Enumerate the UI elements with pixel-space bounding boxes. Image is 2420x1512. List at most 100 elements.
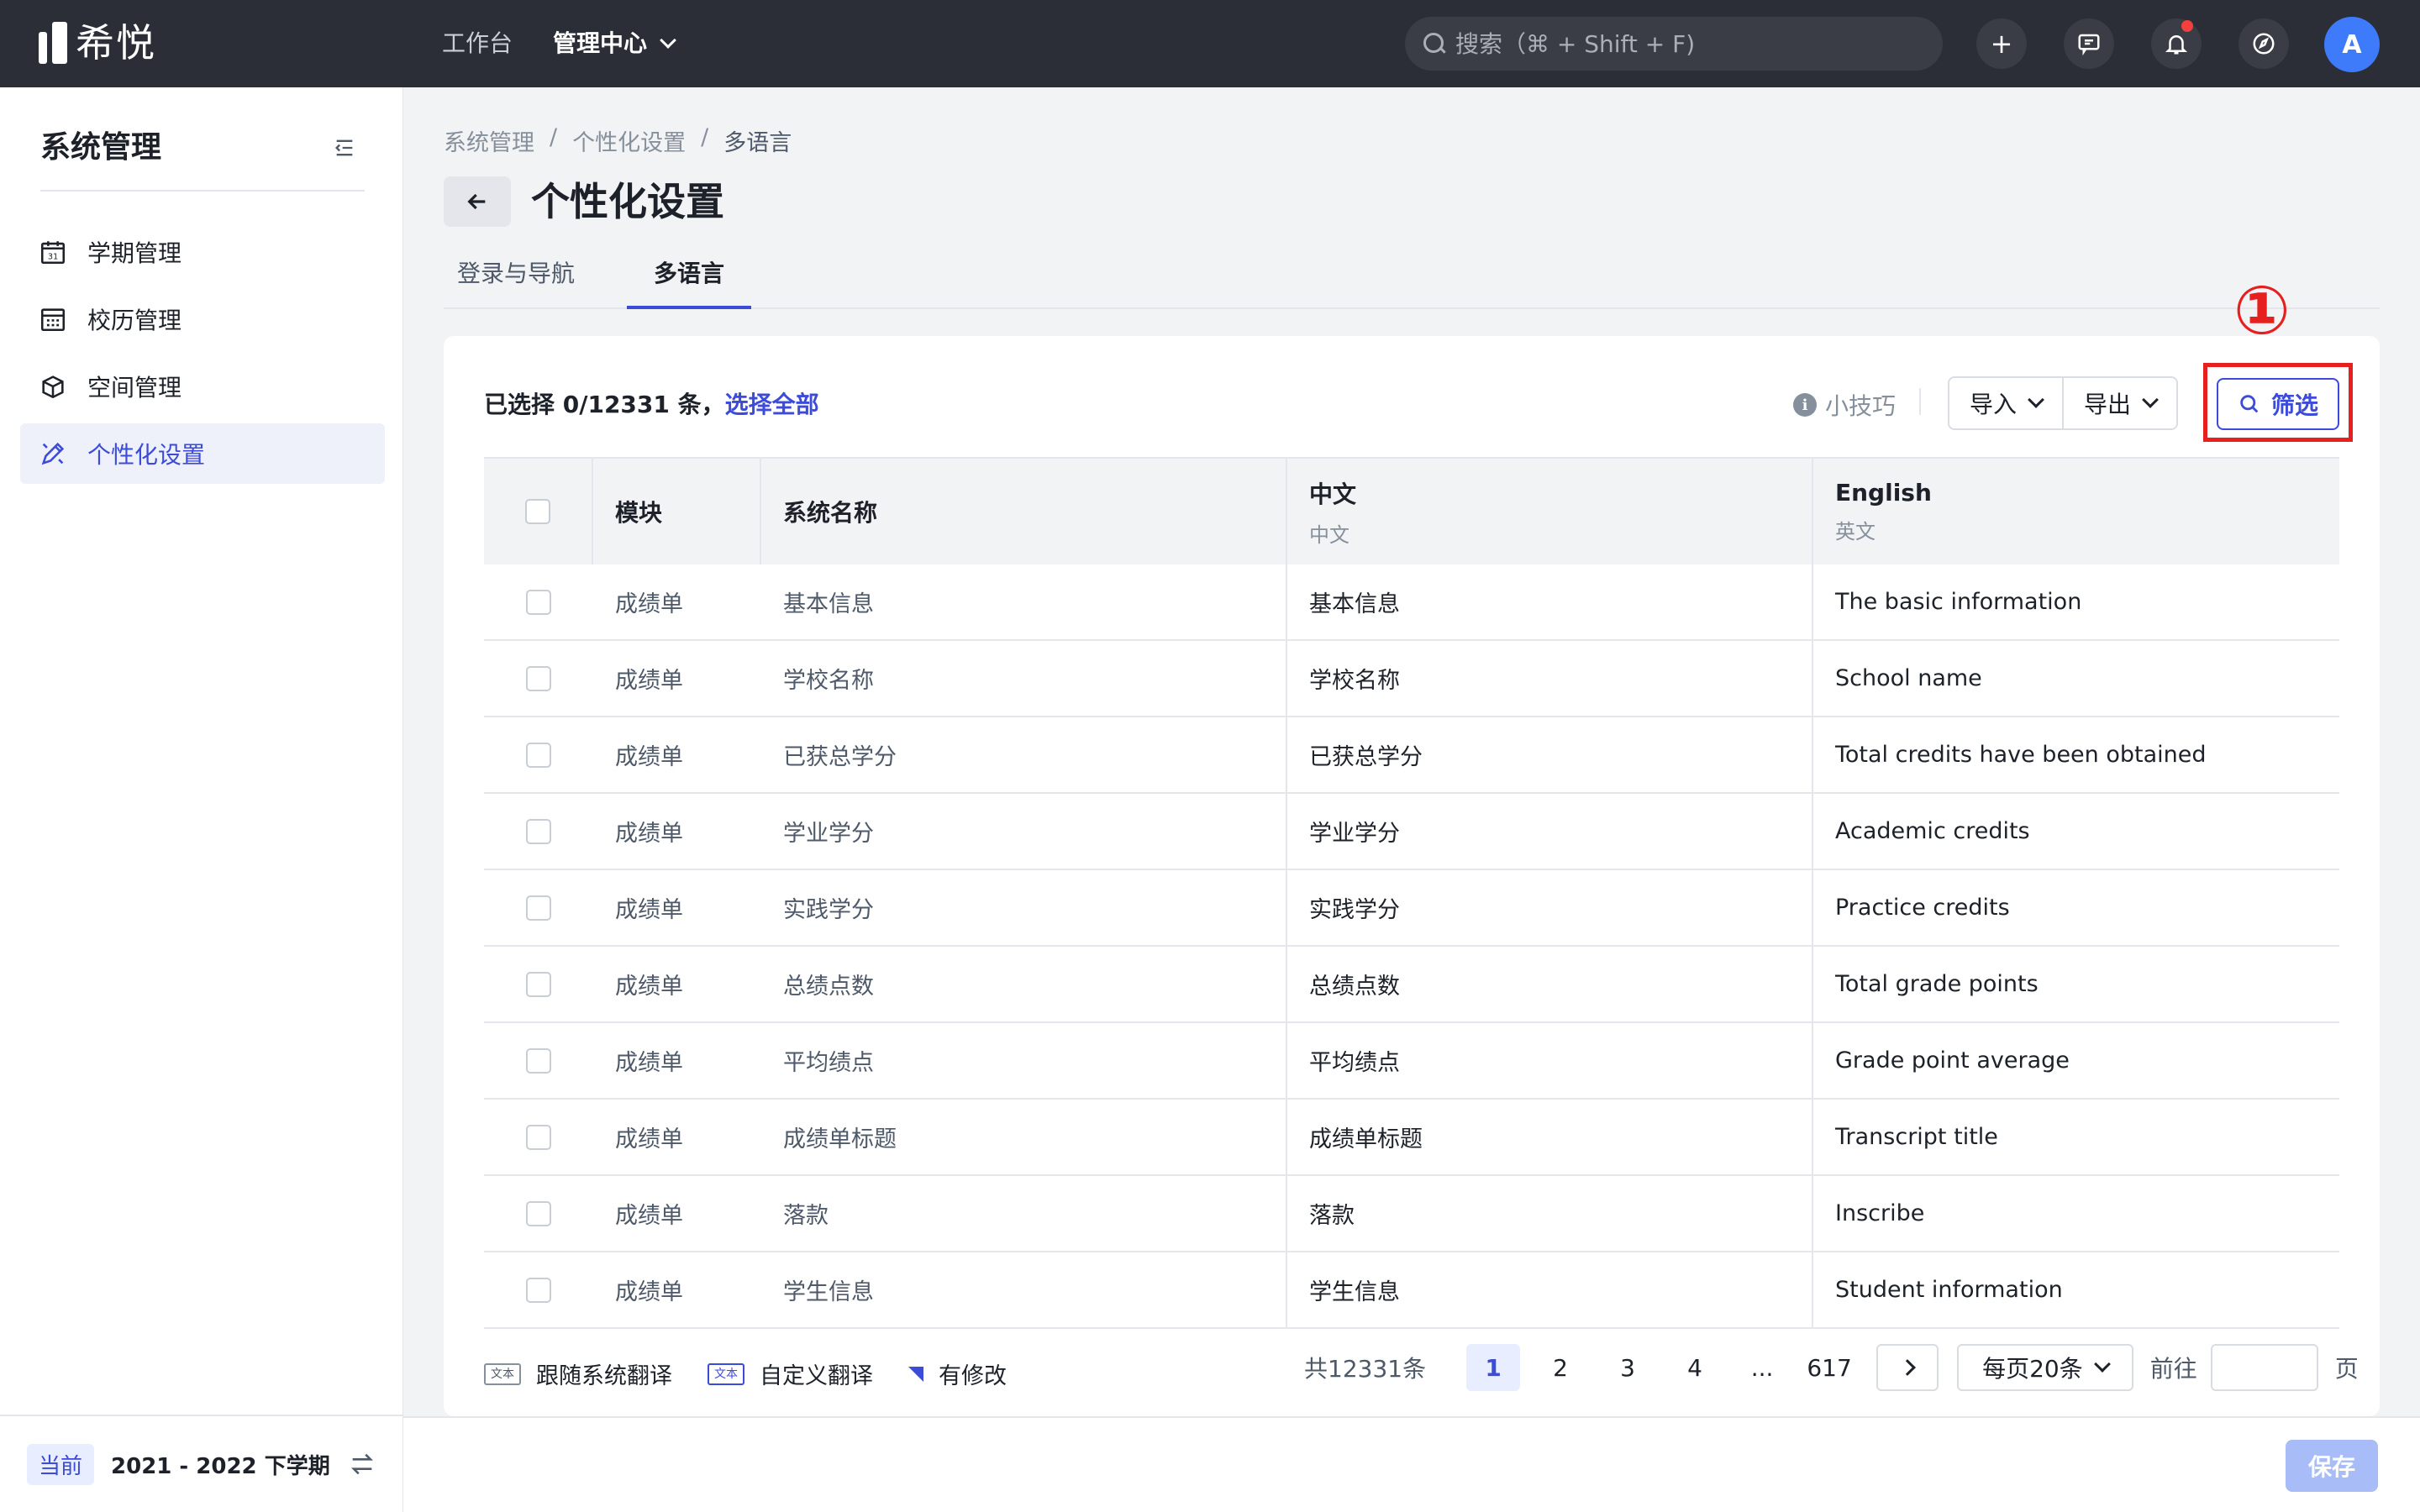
breadcrumb-separator: / bbox=[701, 124, 709, 150]
cell-english[interactable]: Academic credits bbox=[1813, 794, 2339, 869]
row-checkbox[interactable] bbox=[526, 1047, 551, 1074]
sidebar-item-space[interactable]: 空间管理 bbox=[20, 356, 385, 417]
sidebar-item-label: 个性化设置 bbox=[87, 441, 206, 469]
global-search[interactable] bbox=[1405, 17, 1943, 71]
cell-english[interactable]: Transcript title bbox=[1813, 1100, 2339, 1174]
row-checkbox[interactable] bbox=[526, 742, 551, 768]
row-checkbox-cell bbox=[484, 947, 593, 1021]
nav-item-admin-center-label: 管理中心 bbox=[553, 29, 648, 57]
search-input[interactable] bbox=[1455, 29, 1926, 58]
table-row: 成绩单 基本信息 基本信息 The basic information bbox=[484, 564, 2339, 641]
cell-chinese[interactable]: 已获总学分 bbox=[1287, 717, 1813, 792]
row-checkbox[interactable] bbox=[526, 665, 551, 691]
cell-english[interactable]: School name bbox=[1813, 641, 2339, 716]
message-icon bbox=[2078, 34, 2100, 56]
cell-chinese[interactable]: 基本信息 bbox=[1287, 564, 1813, 639]
filter-button[interactable]: 筛选 bbox=[2217, 378, 2339, 430]
tab-multilanguage[interactable]: 多语言 bbox=[627, 250, 752, 309]
page-3[interactable]: 3 bbox=[1601, 1344, 1655, 1391]
row-checkbox[interactable] bbox=[526, 1200, 551, 1226]
cell-chinese[interactable]: 学校名称 bbox=[1287, 641, 1813, 716]
table-row: 成绩单 学生信息 学生信息 Student information bbox=[484, 1252, 2339, 1329]
cell-english[interactable]: Practice credits bbox=[1813, 870, 2339, 945]
nav-item-admin-center[interactable]: 管理中心 bbox=[553, 0, 676, 87]
cell-chinese[interactable]: 成绩单标题 bbox=[1287, 1100, 1813, 1174]
row-checkbox[interactable] bbox=[526, 589, 551, 615]
arrow-left-icon bbox=[467, 193, 486, 210]
table-row: 成绩单 总绩点数 总绩点数 Total grade points bbox=[484, 947, 2339, 1023]
cell-system-name: 平均绩点 bbox=[761, 1023, 1287, 1098]
avatar[interactable]: A bbox=[2324, 17, 2380, 72]
cell-module: 成绩单 bbox=[615, 821, 683, 847]
page-title: 个性化设置 bbox=[531, 179, 724, 224]
chevron-down-icon bbox=[2093, 1356, 2111, 1373]
tab-login-navigation[interactable]: 登录与导航 bbox=[444, 250, 588, 309]
messages-button[interactable] bbox=[2064, 18, 2114, 69]
cell-english[interactable]: Grade point average bbox=[1813, 1023, 2339, 1098]
cell-english[interactable]: Inscribe bbox=[1813, 1176, 2339, 1251]
row-checkbox[interactable] bbox=[526, 1277, 551, 1303]
cell-chinese[interactable]: 学生信息 bbox=[1287, 1252, 1813, 1327]
back-button[interactable] bbox=[444, 176, 511, 227]
selection-count: 已选择 0/12331 条， bbox=[484, 391, 725, 418]
page-1[interactable]: 1 bbox=[1466, 1344, 1521, 1391]
cell-english[interactable]: Total grade points bbox=[1813, 947, 2339, 1021]
sidebar-item-calendar[interactable]: 校历管理 bbox=[20, 289, 385, 349]
bell-icon bbox=[2165, 35, 2188, 55]
row-checkbox-cell bbox=[484, 1100, 593, 1174]
cell-module: 成绩单 bbox=[615, 1279, 683, 1305]
save-button[interactable]: 保存 bbox=[2286, 1440, 2378, 1492]
page-last[interactable]: 617 bbox=[1802, 1344, 1856, 1391]
swap-icon[interactable] bbox=[348, 1450, 376, 1478]
page-2[interactable]: 2 bbox=[1534, 1344, 1587, 1391]
row-checkbox[interactable] bbox=[526, 971, 551, 997]
cell-chinese[interactable]: 平均绩点 bbox=[1287, 1023, 1813, 1098]
help-button[interactable] bbox=[2238, 18, 2289, 69]
cell-chinese[interactable]: 落款 bbox=[1287, 1176, 1813, 1251]
modified-flag-icon bbox=[908, 1366, 923, 1382]
legend-label: 有修改 bbox=[939, 1363, 1007, 1389]
row-checkbox[interactable] bbox=[526, 895, 551, 921]
row-checkbox-cell bbox=[484, 1252, 593, 1327]
term-switcher[interactable]: 当前 2021 - 2022 下学期 bbox=[0, 1415, 403, 1512]
select-all-checkbox[interactable] bbox=[525, 499, 550, 524]
notifications-button[interactable] bbox=[2151, 18, 2202, 69]
breadcrumb-item[interactable]: 个性化设置 bbox=[572, 124, 686, 157]
table-row: 成绩单 学业学分 学业学分 Academic credits bbox=[484, 794, 2339, 870]
export-button[interactable]: 导出 bbox=[2062, 378, 2177, 428]
cell-module: 成绩单 bbox=[615, 974, 683, 1000]
next-page-button[interactable] bbox=[1876, 1344, 1939, 1391]
header-chinese-label: 中文 bbox=[1309, 480, 1357, 508]
row-checkbox[interactable] bbox=[526, 818, 551, 844]
cell-english[interactable]: Student information bbox=[1813, 1252, 2339, 1327]
page-size-select[interactable]: 每页20条 bbox=[1957, 1344, 2133, 1391]
import-button[interactable]: 导入 bbox=[1949, 378, 2063, 428]
cell-english[interactable]: The basic information bbox=[1813, 564, 2339, 639]
row-checkbox-cell bbox=[484, 870, 593, 945]
info-icon: i bbox=[1793, 393, 1817, 417]
tips-link[interactable]: i 小技巧 bbox=[1793, 388, 1896, 422]
row-checkbox-cell bbox=[484, 717, 593, 792]
logo-text: 希悦 bbox=[76, 20, 156, 66]
select-all-link[interactable]: 选择全部 bbox=[725, 391, 819, 418]
cell-chinese[interactable]: 学业学分 bbox=[1287, 794, 1813, 869]
app-logo[interactable]: 希悦 bbox=[39, 22, 156, 64]
export-label: 导出 bbox=[2084, 391, 2132, 418]
cell-chinese[interactable]: 总绩点数 bbox=[1287, 947, 1813, 1021]
header-module: 模块 bbox=[593, 459, 761, 564]
cell-chinese[interactable]: 实践学分 bbox=[1287, 870, 1813, 945]
divider bbox=[1919, 388, 1921, 415]
cell-system-name: 成绩单标题 bbox=[761, 1100, 1287, 1174]
add-button[interactable]: + bbox=[1976, 18, 2027, 69]
cell-english[interactable]: Total credits have been obtained bbox=[1813, 717, 2339, 792]
breadcrumb-item[interactable]: 系统管理 bbox=[444, 124, 534, 157]
goto-page-input[interactable] bbox=[2210, 1344, 2318, 1391]
nav-item-workbench[interactable]: 工作台 bbox=[442, 0, 513, 87]
row-checkbox[interactable] bbox=[526, 1124, 551, 1150]
sidebar-item-personalization[interactable]: 个性化设置 bbox=[20, 423, 385, 484]
sidebar-item-term[interactable]: 31 学期管理 bbox=[20, 222, 385, 282]
page-4[interactable]: 4 bbox=[1668, 1344, 1722, 1391]
page-ellipsis[interactable]: ... bbox=[1735, 1344, 1789, 1391]
collapse-sidebar-icon[interactable] bbox=[333, 136, 356, 160]
header-chinese-sub: 中文 bbox=[1309, 522, 1349, 547]
